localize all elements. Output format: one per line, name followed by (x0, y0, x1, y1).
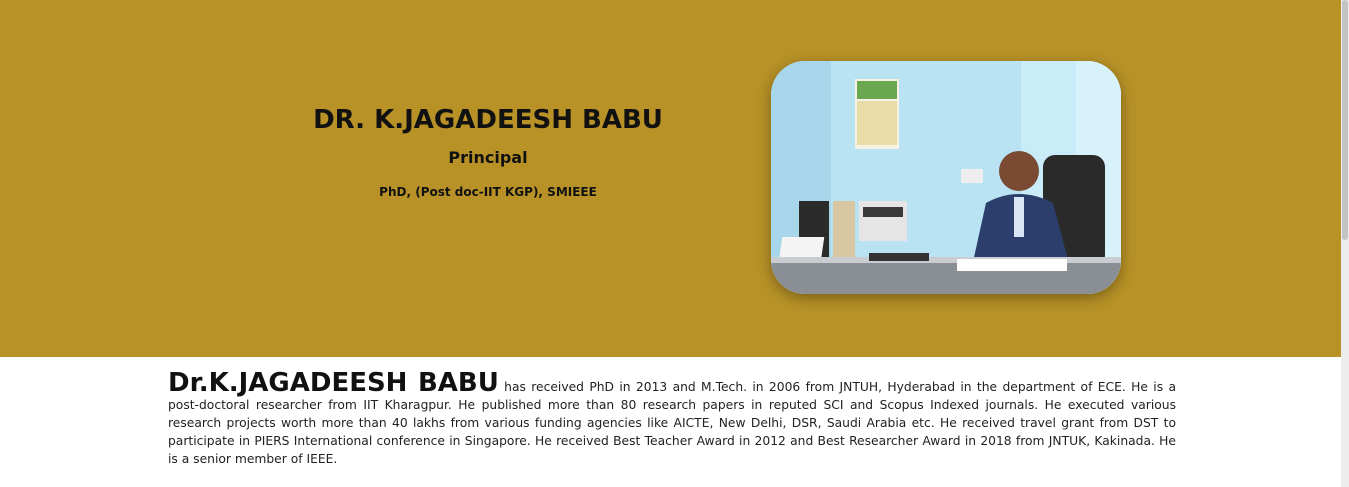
office-scene-image (771, 61, 1121, 294)
principal-photo (771, 61, 1121, 294)
bio-name: Dr.K.JAGADEESH BABU (168, 368, 499, 398)
principal-bio: Dr.K.JAGADEESH BABU has received PhD in … (168, 370, 1176, 468)
hero-text-block: DR. K.JAGADEESH BABU Principal PhD, (Pos… (248, 100, 728, 200)
scrollbar-thumb[interactable] (1342, 0, 1348, 240)
principal-role: Principal (448, 148, 528, 167)
principal-qualifications: PhD, (Post doc-IIT KGP), SMIEEE (379, 185, 597, 199)
hero-banner: DR. K.JAGADEESH BABU Principal PhD, (Pos… (0, 0, 1341, 357)
principal-name-heading: DR. K.JAGADEESH BABU (313, 105, 663, 135)
vertical-scrollbar[interactable] (1341, 0, 1349, 487)
